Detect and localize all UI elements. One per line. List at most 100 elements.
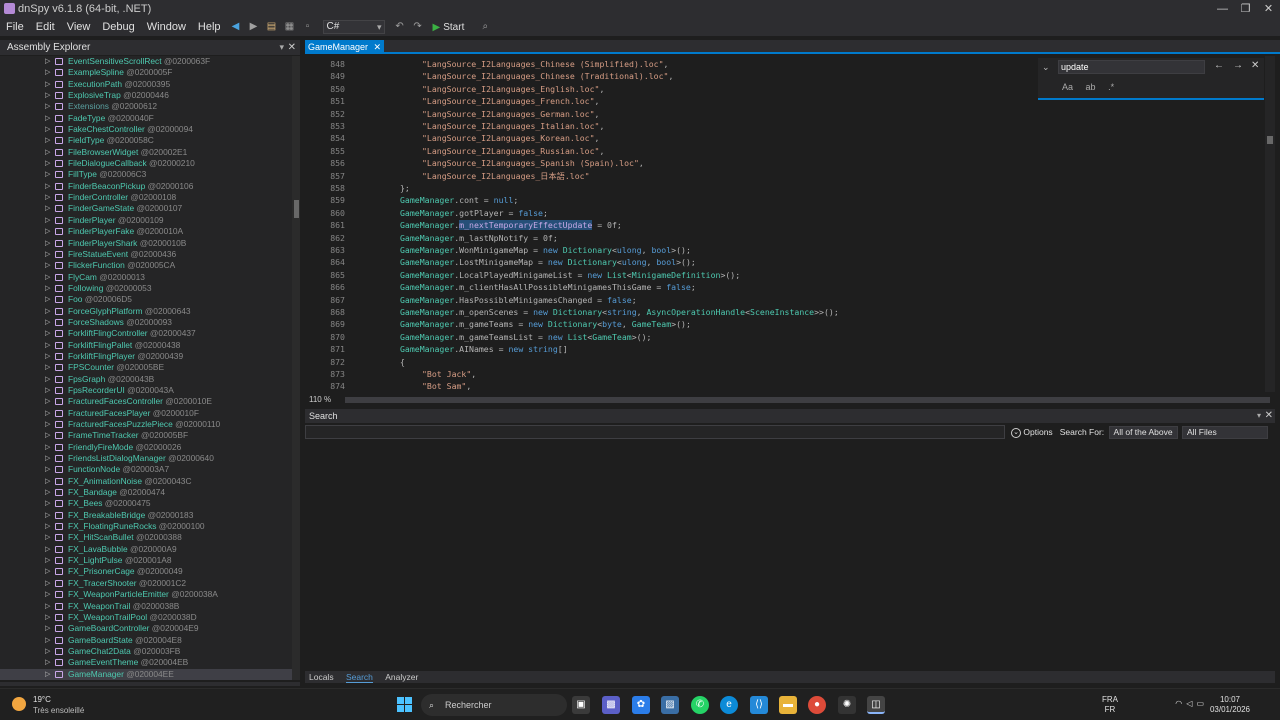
expand-arrow-icon[interactable]: ▷ bbox=[45, 238, 50, 249]
tree-item[interactable]: ▷ FX_PrisonerCage @02000049 bbox=[0, 566, 292, 577]
teams-icon[interactable]: ▩ bbox=[602, 696, 620, 714]
dropdown-icon[interactable]: ▾ bbox=[279, 40, 284, 55]
expand-arrow-icon[interactable]: ▷ bbox=[45, 124, 50, 135]
editor-hscrollbar[interactable] bbox=[345, 397, 1270, 403]
tree-item[interactable]: ▷ GameBoardState @020004E8 bbox=[0, 635, 292, 646]
tree-item[interactable]: ▷ GameManager @020004EE bbox=[0, 668, 292, 680]
tree-item[interactable]: ▷ FakeChestController @02000094 bbox=[0, 124, 292, 135]
menu-window[interactable]: Window bbox=[141, 21, 192, 33]
expand-arrow-icon[interactable]: ▷ bbox=[45, 374, 50, 385]
expand-arrow-icon[interactable]: ▷ bbox=[45, 260, 50, 271]
expand-arrow-icon[interactable]: ▷ bbox=[45, 328, 50, 339]
expand-replace-icon[interactable]: ⌄ bbox=[1042, 62, 1050, 73]
expand-arrow-icon[interactable]: ▷ bbox=[45, 578, 50, 589]
tree-item[interactable]: ▷ FinderPlayerShark @0200010B bbox=[0, 238, 292, 249]
taskbar-search[interactable]: ⌕ Rechercher bbox=[421, 694, 567, 716]
tree-item[interactable]: ▷ FunctionNode @020003A7 bbox=[0, 464, 292, 475]
tree-item[interactable]: ▷ FieldType @0200058C bbox=[0, 135, 292, 146]
expand-arrow-icon[interactable]: ▷ bbox=[45, 67, 50, 78]
tree-item[interactable]: ▷ FX_WeaponParticleEmitter @0200038A bbox=[0, 589, 292, 600]
expand-arrow-icon[interactable]: ▷ bbox=[45, 589, 50, 600]
options-chevron-icon[interactable]: ⌄ bbox=[1011, 427, 1021, 438]
expand-arrow-icon[interactable]: ▷ bbox=[45, 419, 50, 430]
options-label[interactable]: Options bbox=[1023, 427, 1052, 437]
tree-item[interactable]: ▷ ExecutionPath @02000395 bbox=[0, 79, 292, 90]
expand-arrow-icon[interactable]: ▷ bbox=[45, 442, 50, 453]
tree-item[interactable]: ▷ FinderGameState @02000107 bbox=[0, 203, 292, 214]
expand-arrow-icon[interactable]: ▷ bbox=[45, 498, 50, 509]
tree-item[interactable]: ▷ ExplosiveTrap @02000446 bbox=[0, 90, 292, 101]
tree-item[interactable]: ▷ FireStatueEvent @02000436 bbox=[0, 249, 292, 260]
tree-item[interactable]: ▷ FX_LavaBubble @020000A9 bbox=[0, 544, 292, 555]
tab-gamemanager[interactable]: GameManager ✕ bbox=[305, 40, 385, 54]
find-next-icon[interactable]: → bbox=[1233, 60, 1243, 71]
code-editor[interactable]: 848 "LangSource_I2Languages_Chinese (Simp… bbox=[305, 56, 1265, 392]
expand-arrow-icon[interactable]: ▷ bbox=[45, 79, 50, 90]
redo-icon[interactable]: ↷ bbox=[411, 20, 425, 34]
expand-arrow-icon[interactable]: ▷ bbox=[45, 203, 50, 214]
menu-help[interactable]: Help bbox=[192, 21, 227, 33]
editor-scroll-thumb[interactable] bbox=[1267, 136, 1273, 144]
back-icon[interactable]: ◀ bbox=[229, 20, 243, 34]
whole-word-toggle[interactable]: ab bbox=[1086, 82, 1096, 92]
find-close-icon[interactable]: ✕ bbox=[1251, 60, 1259, 71]
expand-arrow-icon[interactable]: ▷ bbox=[45, 294, 50, 305]
expand-arrow-icon[interactable]: ▷ bbox=[45, 646, 50, 657]
expand-arrow-icon[interactable]: ▷ bbox=[45, 453, 50, 464]
tree-item[interactable]: ▷ FrameTimeTracker @020005BF bbox=[0, 430, 292, 441]
expand-arrow-icon[interactable]: ▷ bbox=[45, 635, 50, 646]
task-view-icon[interactable]: ▣ bbox=[572, 696, 590, 714]
tree-item[interactable]: ▷ FracturedFacesPuzzlePiece @02000110 bbox=[0, 419, 292, 430]
tree-item[interactable]: ▷ FX_Bees @02000475 bbox=[0, 498, 292, 509]
menu-file[interactable]: File bbox=[0, 21, 30, 33]
tree-item[interactable]: ▷ FillType @020006C3 bbox=[0, 169, 292, 180]
tree-item[interactable]: ▷ FX_WeaponTrailPool @0200038D bbox=[0, 612, 292, 623]
search-icon[interactable]: ⌕ bbox=[478, 20, 492, 34]
expand-arrow-icon[interactable]: ▷ bbox=[45, 351, 50, 362]
tree-item[interactable]: ▷ ForkliftFlingPallet @02000438 bbox=[0, 340, 292, 351]
tree-item[interactable]: ▷ EventSensitiveScrollRect @0200063F bbox=[0, 56, 292, 67]
expand-arrow-icon[interactable]: ▷ bbox=[45, 408, 50, 419]
tree-item[interactable]: ▷ FX_LightPulse @020001A8 bbox=[0, 555, 292, 566]
dropdown-icon[interactable]: ▾ bbox=[1257, 409, 1261, 423]
start-button[interactable]: ▶ Start bbox=[433, 22, 465, 33]
tree-item[interactable]: ▷ FX_WeaponTrail @0200038B bbox=[0, 601, 292, 612]
copilot-icon[interactable]: ✿ bbox=[632, 696, 650, 714]
tree-item[interactable]: ▷ FPSCounter @020005BE bbox=[0, 362, 292, 373]
expand-arrow-icon[interactable]: ▷ bbox=[45, 623, 50, 634]
expand-arrow-icon[interactable]: ▷ bbox=[45, 510, 50, 521]
expand-arrow-icon[interactable]: ▷ bbox=[45, 385, 50, 396]
editor-scrollbar[interactable] bbox=[1265, 56, 1275, 392]
tree-item[interactable]: ▷ ForkliftFlingController @02000437 bbox=[0, 328, 292, 339]
expand-arrow-icon[interactable]: ▷ bbox=[45, 283, 50, 294]
tree-item[interactable]: ▷ FX_Bandage @02000474 bbox=[0, 487, 292, 498]
expand-arrow-icon[interactable]: ▷ bbox=[45, 532, 50, 543]
open-folder-icon[interactable]: ▤ bbox=[265, 20, 279, 34]
tree-item[interactable]: ▷ FpsGraph @0200043B bbox=[0, 374, 292, 385]
expand-arrow-icon[interactable]: ▷ bbox=[45, 226, 50, 237]
tree-item[interactable]: ▷ ForceGlyphPlatform @02000643 bbox=[0, 306, 292, 317]
expand-arrow-icon[interactable]: ▷ bbox=[45, 113, 50, 124]
photos-icon[interactable]: ▨ bbox=[661, 696, 679, 714]
tree-item[interactable]: ▷ FriendsListDialogManager @02000640 bbox=[0, 453, 292, 464]
tree-item[interactable]: ▷ FX_BreakableBridge @02000183 bbox=[0, 510, 292, 521]
tree-item[interactable]: ▷ Following @02000053 bbox=[0, 283, 292, 294]
tree-item[interactable]: ▷ FX_TracerShooter @020001C2 bbox=[0, 578, 292, 589]
new-icon[interactable]: ▫ bbox=[301, 20, 315, 34]
tree-item[interactable]: ▷ GameBoardController @020004E9 bbox=[0, 623, 292, 634]
minimize-button[interactable]: — bbox=[1211, 0, 1234, 18]
close-panel-icon[interactable]: ✕ bbox=[288, 40, 296, 55]
regex-toggle[interactable]: .* bbox=[1108, 82, 1114, 92]
expand-arrow-icon[interactable]: ▷ bbox=[45, 544, 50, 555]
expand-arrow-icon[interactable]: ▷ bbox=[45, 181, 50, 192]
tree-item[interactable]: ▷ FX_AnimationNoise @0200043C bbox=[0, 476, 292, 487]
expand-arrow-icon[interactable]: ▷ bbox=[45, 90, 50, 101]
tree-item[interactable]: ▷ FadeType @0200040F bbox=[0, 113, 292, 124]
language-select[interactable]: C# bbox=[322, 20, 385, 34]
tree-item[interactable]: ▷ FinderController @02000108 bbox=[0, 192, 292, 203]
tree-item[interactable]: ▷ FracturedFacesPlayer @0200010F bbox=[0, 408, 292, 419]
tree-item[interactable]: ▷ FpsRecorderUI @0200043A bbox=[0, 385, 292, 396]
tree-item[interactable]: ▷ FX_HitScanBullet @02000388 bbox=[0, 532, 292, 543]
search-input[interactable] bbox=[305, 425, 1005, 439]
expand-arrow-icon[interactable]: ▷ bbox=[45, 601, 50, 612]
